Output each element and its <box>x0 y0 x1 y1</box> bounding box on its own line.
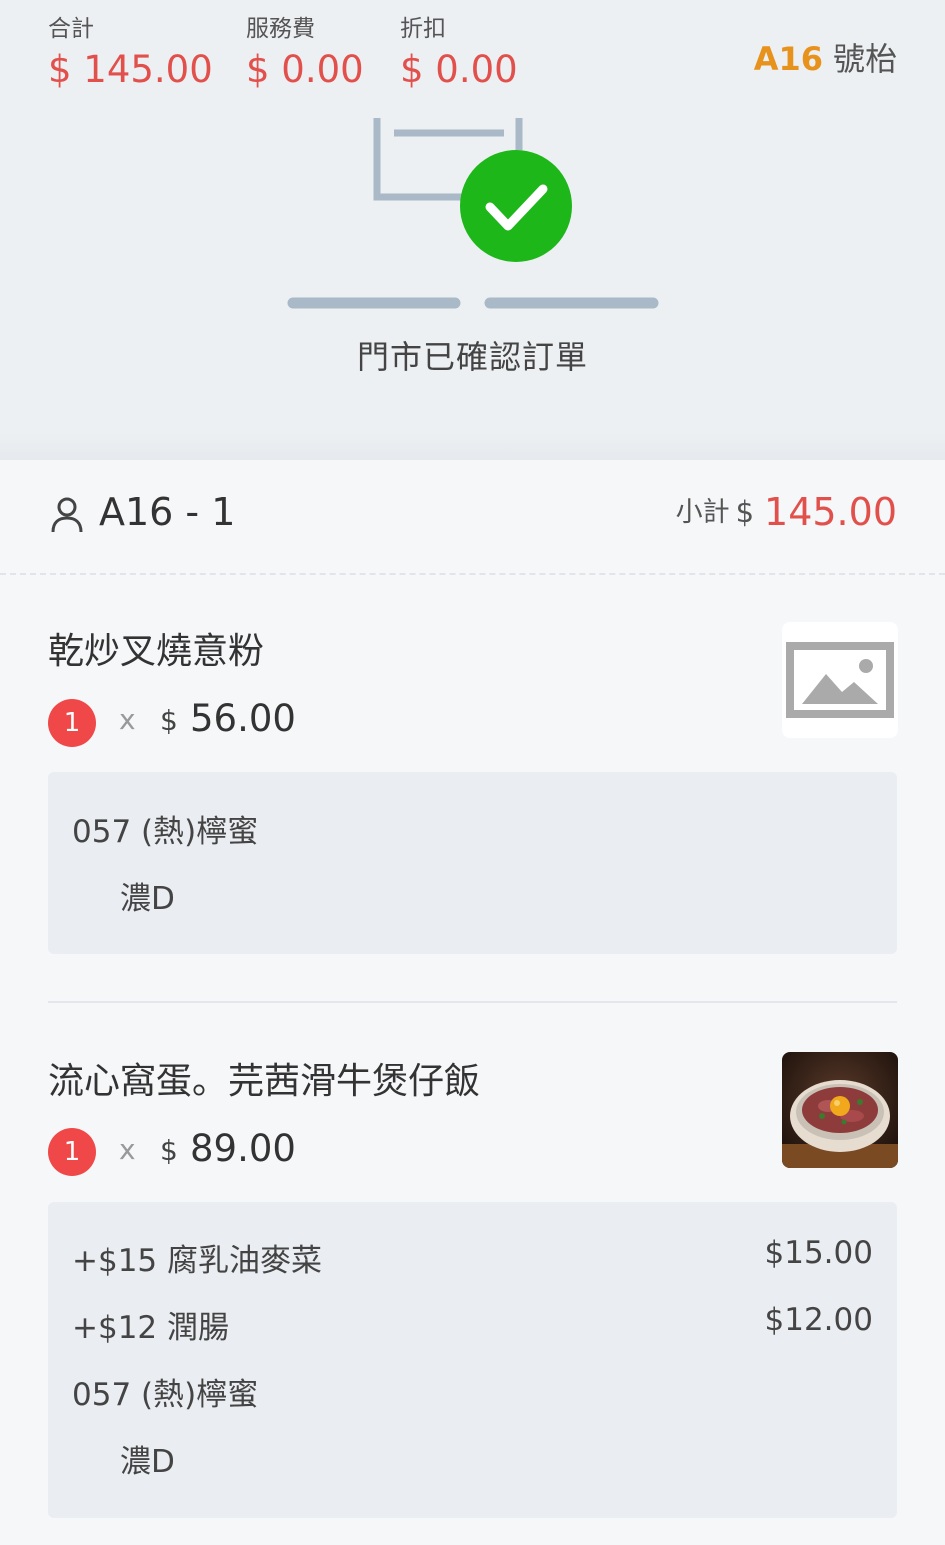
check-circle-icon <box>460 150 572 262</box>
option-price: $12.00 <box>764 1302 873 1338</box>
option-line: +$12 潤腸 <box>72 1310 229 1346</box>
item-price: 56.00 <box>190 697 296 740</box>
currency-sign: $ <box>160 704 178 737</box>
subtotal-label: 小計 <box>675 497 730 528</box>
option-line: 057 (熱)檸蜜 <box>72 814 259 850</box>
times-sign: x <box>119 703 136 736</box>
quantity-badge: 1 <box>48 699 96 747</box>
currency-sign: $ <box>160 1134 178 1167</box>
order-confirmed-illustration <box>287 118 659 309</box>
quantity-badge: 1 <box>48 1128 96 1176</box>
item-image[interactable] <box>782 1052 898 1168</box>
times-sign: x <box>119 1133 136 1166</box>
item-divider <box>48 1001 897 1003</box>
item-options: +$15 腐乳油麥菜 $15.00 +$12 潤腸 $12.00 057 (熱)… <box>48 1202 897 1518</box>
diner-row: A16 - 1 小計 $145.00 <box>0 460 945 575</box>
image-placeholder-icon <box>786 642 894 718</box>
item-name: 流心窩蛋。芫茜滑牛煲仔飯 <box>48 1061 481 1102</box>
item-price: 89.00 <box>190 1127 296 1170</box>
item-options: 057 (熱)檸蜜 濃D <box>48 772 897 954</box>
order-status-text: 門市已確認訂單 <box>356 338 588 376</box>
subtotal-currency: $ <box>735 495 755 529</box>
option-line: +$15 腐乳油麥菜 <box>72 1243 322 1279</box>
order-status-header: 合計 $ 145.00 服務費 $ 0.00 折扣 $ 0.00 A16 號枱 門… <box>0 0 945 460</box>
diner-subtotal: 小計 $145.00 <box>676 490 897 534</box>
claypot-rice-photo <box>782 1052 898 1168</box>
person-icon <box>51 497 83 533</box>
diner-name: A16 - 1 <box>99 490 236 534</box>
item-name: 乾炒叉燒意粉 <box>48 631 265 672</box>
option-line: 057 (熱)檸蜜 <box>72 1377 259 1413</box>
subtotal-value: 145.00 <box>764 490 897 534</box>
option-sub-line: 濃D <box>120 1444 175 1480</box>
item-image[interactable] <box>782 622 898 738</box>
option-sub-line: 濃D <box>120 881 175 917</box>
header-separator <box>0 432 945 460</box>
option-price: $15.00 <box>764 1235 873 1271</box>
